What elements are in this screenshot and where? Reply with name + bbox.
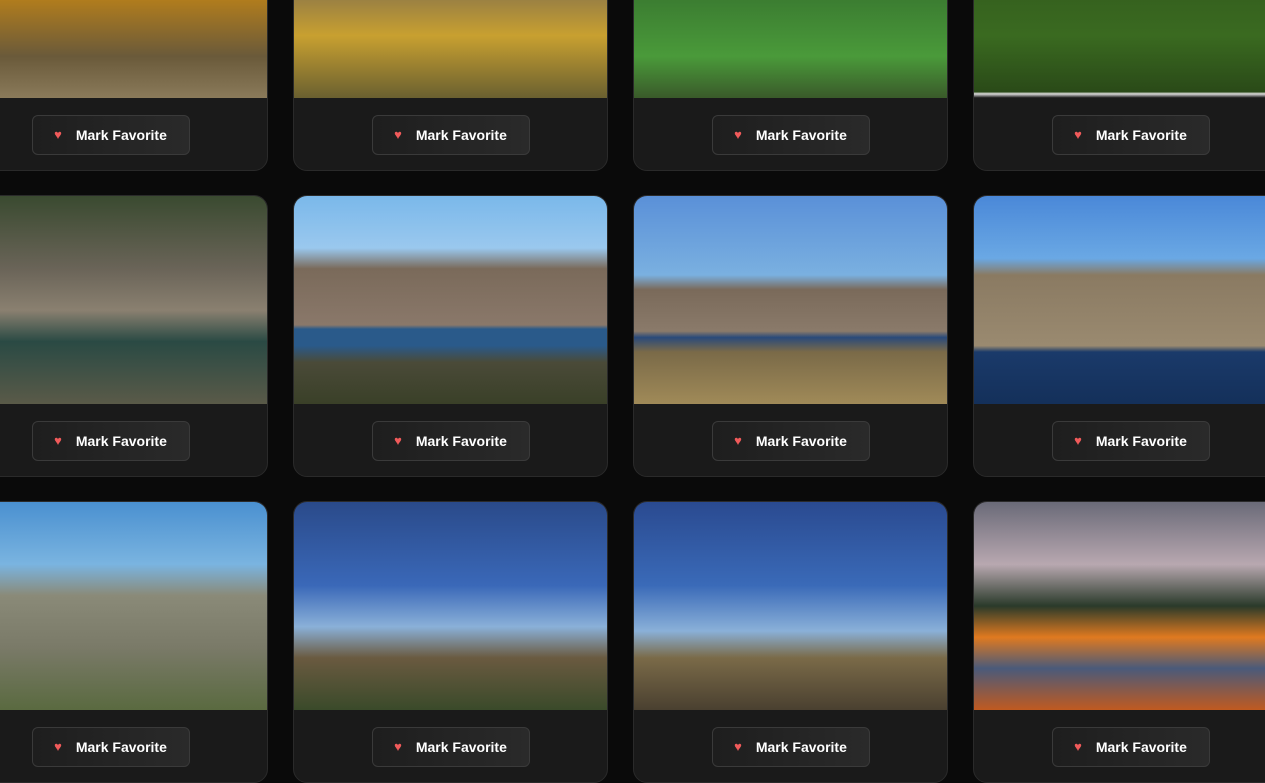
mark-favorite-button[interactable]: ♥ Mark Favorite [31,420,190,461]
mark-favorite-button[interactable]: ♥ Mark Favorite [1051,726,1210,767]
card-footer: ♥ Mark Favorite [0,404,267,476]
photo-card: ♥ Mark Favorite [633,0,948,171]
mark-favorite-label: Mark Favorite [755,432,847,449]
photo-card: ♥ Mark Favorite [0,501,268,783]
heart-icon: ♥ [734,433,742,448]
card-footer: ♥ Mark Favorite [634,98,947,170]
heart-icon: ♥ [54,739,62,754]
card-footer: ♥ Mark Favorite [294,98,607,170]
mark-favorite-label: Mark Favorite [75,738,167,755]
mark-favorite-label: Mark Favorite [1095,432,1187,449]
photo-card: ♥ Mark Favorite [0,195,268,477]
photo-card: ♥ Mark Favorite [973,0,1265,171]
heart-icon: ♥ [1074,127,1082,142]
mark-favorite-button[interactable]: ♥ Mark Favorite [371,420,530,461]
photo[interactable] [294,502,607,710]
photo[interactable] [634,0,947,98]
photo[interactable] [974,502,1265,710]
photo-grid: ♥ Mark Favorite ♥ Mark Favorite ♥ Mark F… [0,0,1265,783]
photo-card: ♥ Mark Favorite [973,195,1265,477]
mark-favorite-button[interactable]: ♥ Mark Favorite [371,114,530,155]
heart-icon: ♥ [54,433,62,448]
photo-card: ♥ Mark Favorite [633,501,948,783]
card-footer: ♥ Mark Favorite [974,98,1265,170]
heart-icon: ♥ [734,739,742,754]
mark-favorite-label: Mark Favorite [1095,738,1187,755]
mark-favorite-label: Mark Favorite [75,126,167,143]
card-footer: ♥ Mark Favorite [974,404,1265,476]
photo[interactable] [294,0,607,98]
heart-icon: ♥ [394,433,402,448]
heart-icon: ♥ [1074,433,1082,448]
photo[interactable] [974,0,1265,98]
card-footer: ♥ Mark Favorite [0,710,267,782]
mark-favorite-label: Mark Favorite [755,126,847,143]
mark-favorite-button[interactable]: ♥ Mark Favorite [31,114,190,155]
mark-favorite-label: Mark Favorite [1095,126,1187,143]
mark-favorite-label: Mark Favorite [415,738,507,755]
card-footer: ♥ Mark Favorite [0,98,267,170]
mark-favorite-label: Mark Favorite [755,738,847,755]
photo-card: ♥ Mark Favorite [293,501,608,783]
card-footer: ♥ Mark Favorite [974,710,1265,782]
card-footer: ♥ Mark Favorite [634,710,947,782]
mark-favorite-button[interactable]: ♥ Mark Favorite [711,726,870,767]
heart-icon: ♥ [394,127,402,142]
heart-icon: ♥ [394,739,402,754]
mark-favorite-button[interactable]: ♥ Mark Favorite [711,114,870,155]
mark-favorite-button[interactable]: ♥ Mark Favorite [371,726,530,767]
card-footer: ♥ Mark Favorite [294,710,607,782]
photo-card: ♥ Mark Favorite [973,501,1265,783]
photo-card: ♥ Mark Favorite [633,195,948,477]
mark-favorite-label: Mark Favorite [415,432,507,449]
mark-favorite-button[interactable]: ♥ Mark Favorite [31,726,190,767]
photo-card: ♥ Mark Favorite [293,0,608,171]
photo[interactable] [0,502,267,710]
mark-favorite-button[interactable]: ♥ Mark Favorite [711,420,870,461]
heart-icon: ♥ [54,127,62,142]
card-footer: ♥ Mark Favorite [634,404,947,476]
heart-icon: ♥ [1074,739,1082,754]
photo-card: ♥ Mark Favorite [0,0,268,171]
photo[interactable] [974,196,1265,404]
mark-favorite-button[interactable]: ♥ Mark Favorite [1051,420,1210,461]
mark-favorite-label: Mark Favorite [415,126,507,143]
photo[interactable] [634,196,947,404]
photo[interactable] [0,0,267,98]
mark-favorite-button[interactable]: ♥ Mark Favorite [1051,114,1210,155]
photo-card: ♥ Mark Favorite [293,195,608,477]
card-footer: ♥ Mark Favorite [294,404,607,476]
photo[interactable] [0,196,267,404]
mark-favorite-label: Mark Favorite [75,432,167,449]
heart-icon: ♥ [734,127,742,142]
photo[interactable] [294,196,607,404]
photo[interactable] [634,502,947,710]
